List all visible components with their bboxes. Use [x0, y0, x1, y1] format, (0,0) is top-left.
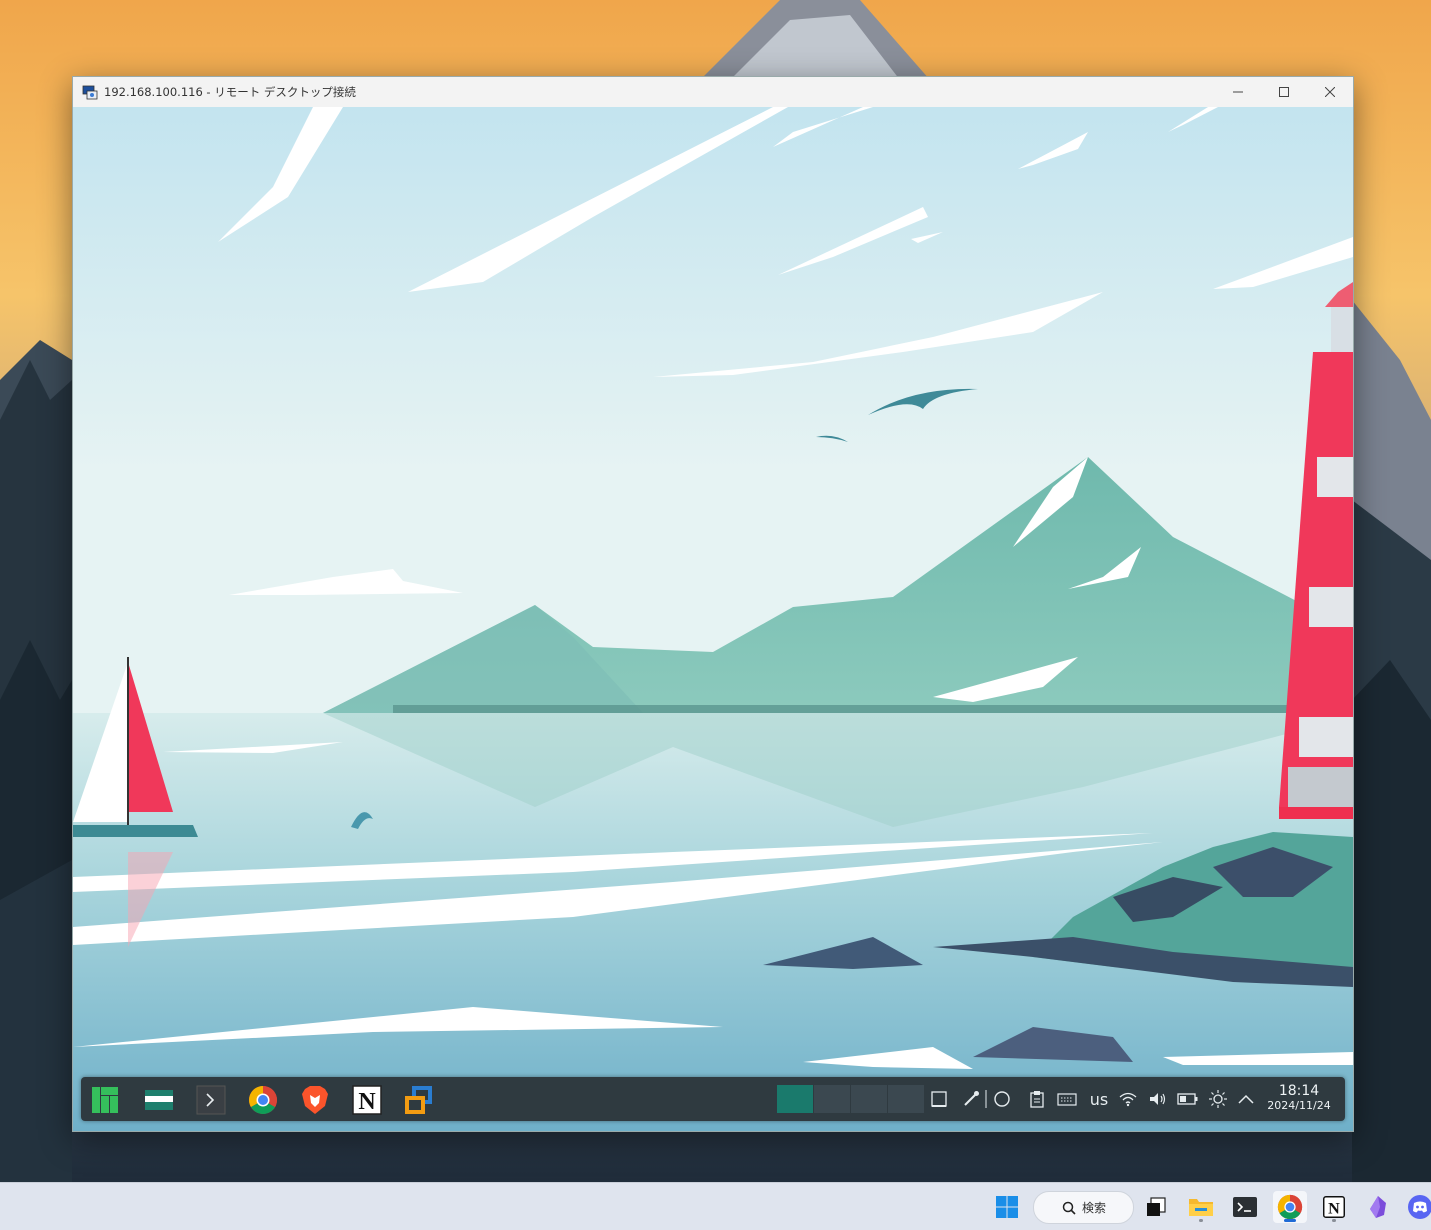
digital-clock[interactable]: 18:14 2024/11/24 [1253, 1083, 1345, 1113]
application-menu-button[interactable] [88, 1083, 122, 1117]
start-button[interactable] [990, 1191, 1024, 1223]
network-button[interactable] [1117, 1088, 1139, 1110]
running-indicator [1199, 1219, 1203, 1222]
pager-desktop-3[interactable] [851, 1085, 888, 1113]
terminal-icon [1233, 1197, 1257, 1217]
expand-arrow-icon [1238, 1094, 1254, 1104]
tray-separator [984, 1088, 988, 1110]
virtualbox-icon [405, 1086, 432, 1114]
search-icon [1062, 1201, 1076, 1215]
circle-icon [994, 1091, 1010, 1107]
pager-desktop-4[interactable] [888, 1085, 925, 1113]
taskbar-search-box[interactable]: 検索 [1033, 1191, 1134, 1224]
virtual-desktop-pager [777, 1085, 925, 1113]
remote-desktop-window: 192.168.100.116 - リモート デスクトップ接続 N us 18:… [72, 76, 1354, 1132]
circle-widget-button[interactable] [992, 1088, 1012, 1110]
clipboard-button[interactable] [1027, 1088, 1047, 1110]
virtualbox-launcher[interactable] [402, 1083, 436, 1117]
show-desktop-icon [931, 1091, 947, 1107]
volume-button[interactable] [1147, 1088, 1169, 1110]
chrome-icon [249, 1086, 277, 1114]
task-view-button[interactable] [1139, 1191, 1173, 1223]
pager-desktop-1[interactable] [777, 1085, 814, 1113]
clock-date: 2024/11/24 [1267, 1099, 1331, 1112]
windows-start-icon [996, 1196, 1018, 1218]
file-manager-launcher[interactable] [142, 1083, 176, 1117]
rdp-titlebar[interactable]: 192.168.100.116 - リモート デスクトップ接続 [73, 77, 1353, 107]
maximize-icon [1279, 87, 1289, 97]
remote-desktop-screen[interactable]: N us 18:14 2024/11/24 [73, 107, 1353, 1131]
terminal-launcher[interactable] [194, 1083, 228, 1117]
terminal-icon [196, 1085, 226, 1115]
obsidian-icon [1370, 1196, 1386, 1218]
notion-icon: N [1323, 1196, 1345, 1218]
clock-time: 18:14 [1278, 1083, 1320, 1099]
brightness-icon [1209, 1090, 1227, 1108]
keyboard-icon [1057, 1093, 1077, 1106]
manjaro-icon [92, 1087, 118, 1113]
notion-taskbar-button[interactable]: N [1317, 1191, 1351, 1223]
window-controls [1215, 77, 1353, 107]
maximize-button[interactable] [1261, 77, 1307, 107]
keyboard-layout-label: us [1089, 1089, 1109, 1109]
battery-icon [1177, 1093, 1198, 1105]
kde-plasma-panel: N us 18:14 2024/11/24 [81, 1077, 1345, 1121]
pager-desktop-2[interactable] [814, 1085, 851, 1113]
lighthouse-seascape-wallpaper [73, 107, 1353, 1131]
file-explorer-icon [1189, 1199, 1213, 1216]
virtual-keyboard-button[interactable] [1056, 1088, 1078, 1110]
brave-launcher[interactable] [298, 1083, 332, 1117]
svg-text:N: N [358, 1089, 376, 1115]
search-label: 検索 [1082, 1201, 1107, 1215]
chrome-taskbar-button[interactable] [1273, 1191, 1307, 1223]
remote-desktop-icon [82, 84, 98, 100]
close-icon [1325, 87, 1335, 97]
obsidian-taskbar-button[interactable] [1361, 1191, 1395, 1223]
brightness-button[interactable] [1208, 1088, 1228, 1110]
windows-taskbar: 検索 N [0, 1182, 1431, 1230]
running-indicator [1332, 1219, 1336, 1222]
show-desktop-button[interactable] [929, 1088, 949, 1110]
color-picker-icon [964, 1091, 979, 1106]
keyboard-layout-indicator[interactable]: us [1085, 1088, 1113, 1110]
chrome-launcher[interactable] [246, 1083, 280, 1117]
notion-launcher[interactable]: N [350, 1083, 384, 1117]
svg-text:N: N [1328, 1201, 1340, 1218]
wifi-icon [1119, 1092, 1137, 1107]
volume-icon [1150, 1093, 1166, 1105]
notion-icon: N [352, 1085, 382, 1115]
discord-icon [1408, 1195, 1431, 1219]
clipboard-icon [1030, 1091, 1044, 1108]
close-button[interactable] [1307, 77, 1353, 107]
discord-taskbar-button[interactable] [1403, 1191, 1431, 1223]
task-view-icon [1147, 1197, 1166, 1216]
minimize-button[interactable] [1215, 77, 1261, 107]
color-picker-button[interactable] [961, 1088, 981, 1110]
minimize-icon [1233, 91, 1243, 93]
rdp-window-title: 192.168.100.116 - リモート デスクトップ接続 [104, 85, 356, 99]
brave-icon [302, 1086, 328, 1114]
active-indicator [1284, 1219, 1296, 1222]
terminal-button[interactable] [1228, 1191, 1262, 1223]
folder-icon [145, 1090, 173, 1110]
file-explorer-button[interactable] [1184, 1191, 1218, 1223]
chrome-icon [1277, 1194, 1303, 1220]
battery-button[interactable] [1176, 1088, 1200, 1110]
